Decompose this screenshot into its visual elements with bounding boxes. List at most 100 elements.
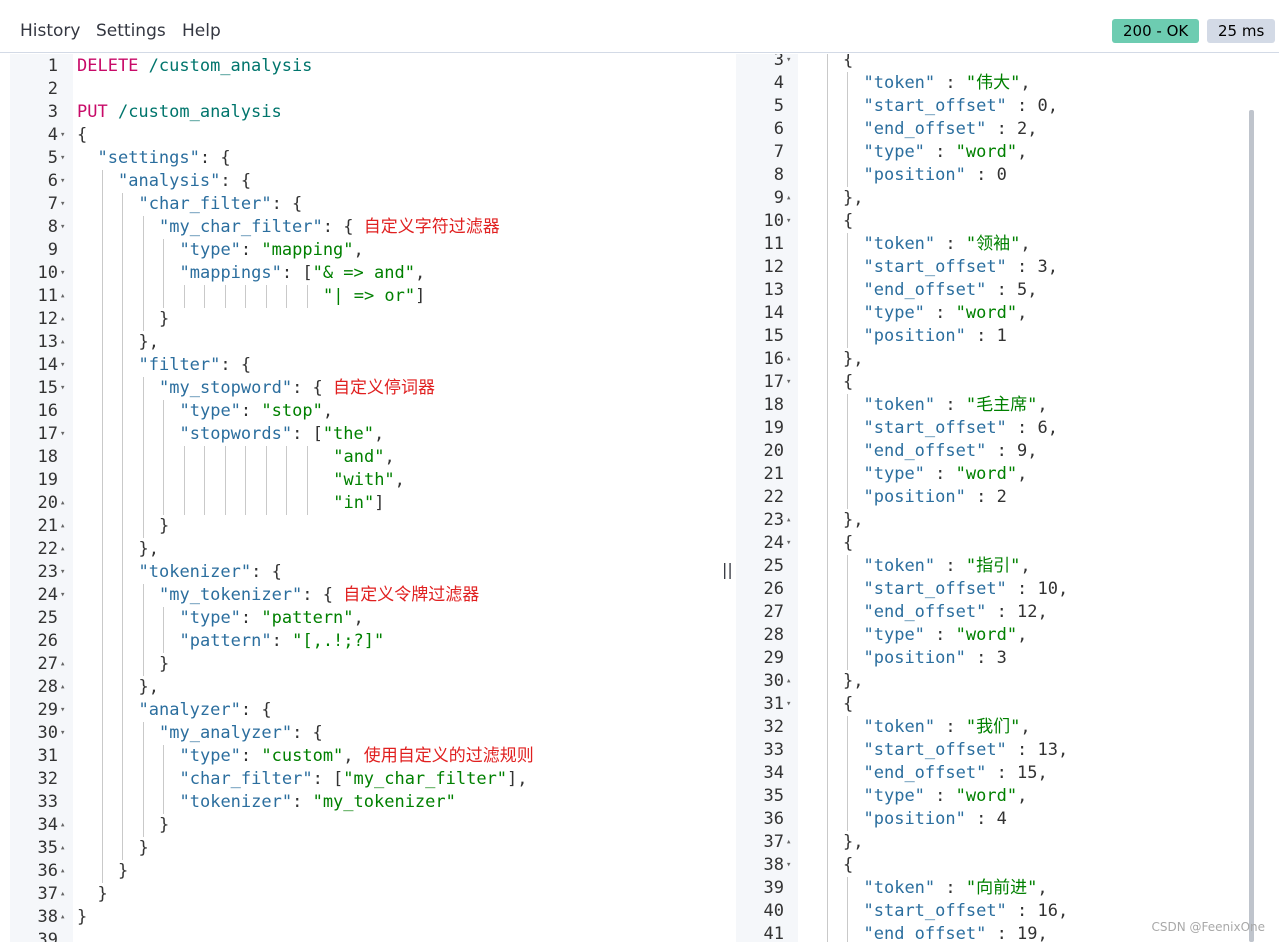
fold-open-icon[interactable]: ▾ <box>60 377 65 400</box>
token-key: "type" <box>863 303 925 323</box>
fold-open-icon[interactable]: ▾ <box>60 147 65 170</box>
code-text: "type" : "word", <box>864 463 1028 486</box>
fold-open-icon[interactable]: ▾ <box>60 423 65 446</box>
token-str: "| => or" <box>323 286 416 306</box>
token-str: "with" <box>333 470 395 490</box>
indent-guide <box>122 331 123 354</box>
token-num: 0 <box>1037 96 1048 116</box>
token-key: "tokenizer" <box>179 792 293 812</box>
line-number: 23 <box>37 562 58 582</box>
fold-close-icon[interactable]: ▴ <box>786 509 791 532</box>
line-number: 6 <box>773 119 784 139</box>
splitter-handle-icon[interactable]: || <box>722 560 733 579</box>
fold-close-icon[interactable]: ▴ <box>60 676 65 699</box>
token-key: "type" <box>179 608 241 628</box>
fold-open-icon[interactable]: ▾ <box>60 722 65 745</box>
token-punc: , <box>353 240 364 260</box>
fold-close-icon[interactable]: ▴ <box>60 837 65 860</box>
request-code-area[interactable]: 1 DELETE /custom_analysis 2 3 PUT /custom_an… <box>38 54 717 942</box>
token-punc: : <box>965 165 997 185</box>
line-number: 15 <box>763 326 784 346</box>
fold-open-icon[interactable]: ▾ <box>786 371 791 394</box>
token-punc: : <box>986 763 1018 783</box>
token-punc: : <box>1006 579 1038 599</box>
code-text: { <box>77 124 87 147</box>
fold-open-icon[interactable]: ▾ <box>786 854 791 877</box>
token-method: PUT <box>77 102 108 122</box>
fold-open-icon[interactable]: ▾ <box>786 693 791 716</box>
fold-close-icon[interactable]: ▴ <box>60 653 65 676</box>
fold-close-icon[interactable]: ▴ <box>60 492 65 515</box>
fold-open-icon[interactable]: ▾ <box>60 170 65 193</box>
fold-close-icon[interactable]: ▴ <box>786 831 791 854</box>
token-punc: : <box>924 464 956 484</box>
token-punc: } <box>77 907 88 927</box>
response-viewer[interactable]: 3 ▾{4 "token" : "伟大", 5 "start_offset" : 0, 6… <box>736 54 1261 942</box>
fold-close-icon[interactable]: ▴ <box>60 285 65 308</box>
fold-open-icon[interactable]: ▾ <box>60 584 65 607</box>
history-menu[interactable]: History <box>20 21 80 41</box>
code-text: }, <box>843 670 863 693</box>
fold-close-icon[interactable]: ▴ <box>60 308 65 331</box>
fold-close-icon[interactable]: ▴ <box>60 814 65 837</box>
response-scrollbar[interactable] <box>1249 110 1254 942</box>
token-punc: }, <box>138 677 159 697</box>
line-number: 25 <box>37 608 58 628</box>
indent-guide <box>142 722 144 745</box>
token-punc: } <box>118 861 129 881</box>
request-editor[interactable]: 1 DELETE /custom_analysis 2 3 PUT /custom_an… <box>10 54 717 942</box>
code-text: { <box>843 532 853 555</box>
indent-guide <box>122 262 123 285</box>
token-punc: , <box>374 424 385 444</box>
pane-splitter[interactable] <box>718 54 736 942</box>
fold-open-icon[interactable]: ▾ <box>60 193 65 216</box>
line-number: 29 <box>37 700 58 720</box>
fold-open-icon[interactable]: ▾ <box>60 216 65 239</box>
fold-close-icon[interactable]: ▴ <box>60 883 65 906</box>
fold-close-icon[interactable]: ▴ <box>60 538 65 561</box>
token-punc: , <box>1027 280 1038 300</box>
indent-guide <box>142 515 144 538</box>
fold-open-icon[interactable]: ▾ <box>60 354 65 377</box>
line-number: 14 <box>37 355 58 375</box>
code-text: "type": "custom", 使用自定义的过滤规则 <box>180 745 534 768</box>
fold-close-icon[interactable]: ▴ <box>786 187 791 210</box>
line-number: 18 <box>37 447 58 467</box>
fold-close-icon[interactable]: ▴ <box>60 860 65 883</box>
indent-guide <box>306 469 308 492</box>
indent-guide <box>826 808 828 831</box>
fold-close-icon[interactable]: ▴ <box>60 906 65 929</box>
line-number: 3 <box>773 54 784 70</box>
indent-guide <box>163 446 164 469</box>
fold-close-icon[interactable]: ▴ <box>60 515 65 538</box>
fold-open-icon[interactable]: ▾ <box>60 561 65 584</box>
indent-guide <box>122 653 123 676</box>
line-number: 23 <box>763 510 784 530</box>
token-punc: : <box>924 786 956 806</box>
token-str: "我们" <box>965 717 1021 737</box>
fold-open-icon[interactable]: ▾ <box>60 124 65 147</box>
fold-open-icon[interactable]: ▾ <box>60 262 65 285</box>
fold-close-icon[interactable]: ▴ <box>786 348 791 371</box>
token-str: "custom" <box>261 746 344 766</box>
fold-open-icon[interactable]: ▾ <box>60 699 65 722</box>
fold-open-icon[interactable]: ▾ <box>786 210 791 233</box>
code-text: }, <box>843 509 863 532</box>
top-menu-bar: History Settings Help 200 - OK 25 ms <box>0 0 1279 53</box>
token-str: "指引" <box>965 556 1021 576</box>
code-text: "token" : "向前进", <box>864 877 1048 900</box>
token-key: "start_offset" <box>863 96 1007 116</box>
fold-open-icon[interactable]: ▾ <box>786 54 791 72</box>
settings-menu[interactable]: Settings <box>96 21 166 41</box>
fold-close-icon[interactable]: ▴ <box>786 670 791 693</box>
code-text: "my_char_filter": { 自定义字符过滤器 <box>159 216 500 239</box>
line-number: 16 <box>763 349 784 369</box>
response-code-area[interactable]: 3 ▾{4 "token" : "伟大", 5 "start_offset" : 0, 6… <box>764 54 1261 942</box>
code-text: }, <box>843 187 863 210</box>
indent-guide <box>847 624 848 647</box>
fold-close-icon[interactable]: ▴ <box>60 331 65 354</box>
fold-open-icon[interactable]: ▾ <box>786 532 791 555</box>
token-punc: } <box>138 838 149 858</box>
help-menu[interactable]: Help <box>182 21 221 41</box>
indent-guide <box>142 446 144 469</box>
